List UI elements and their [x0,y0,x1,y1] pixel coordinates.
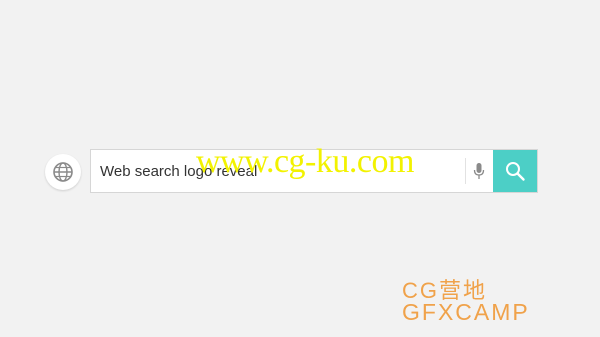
search-field-wrapper [91,150,465,192]
search-icon [506,162,525,181]
search-bar [91,150,537,192]
search-button[interactable] [493,150,537,192]
search-input[interactable] [91,151,460,191]
globe-icon [53,162,73,182]
voice-search-button[interactable] [465,150,493,192]
globe-button[interactable] [45,154,81,190]
microphone-icon [473,163,485,179]
gfxcamp-logo: CG营地 GFXCAMP [400,270,596,330]
logo-line2: GFXCAMP [402,299,530,325]
